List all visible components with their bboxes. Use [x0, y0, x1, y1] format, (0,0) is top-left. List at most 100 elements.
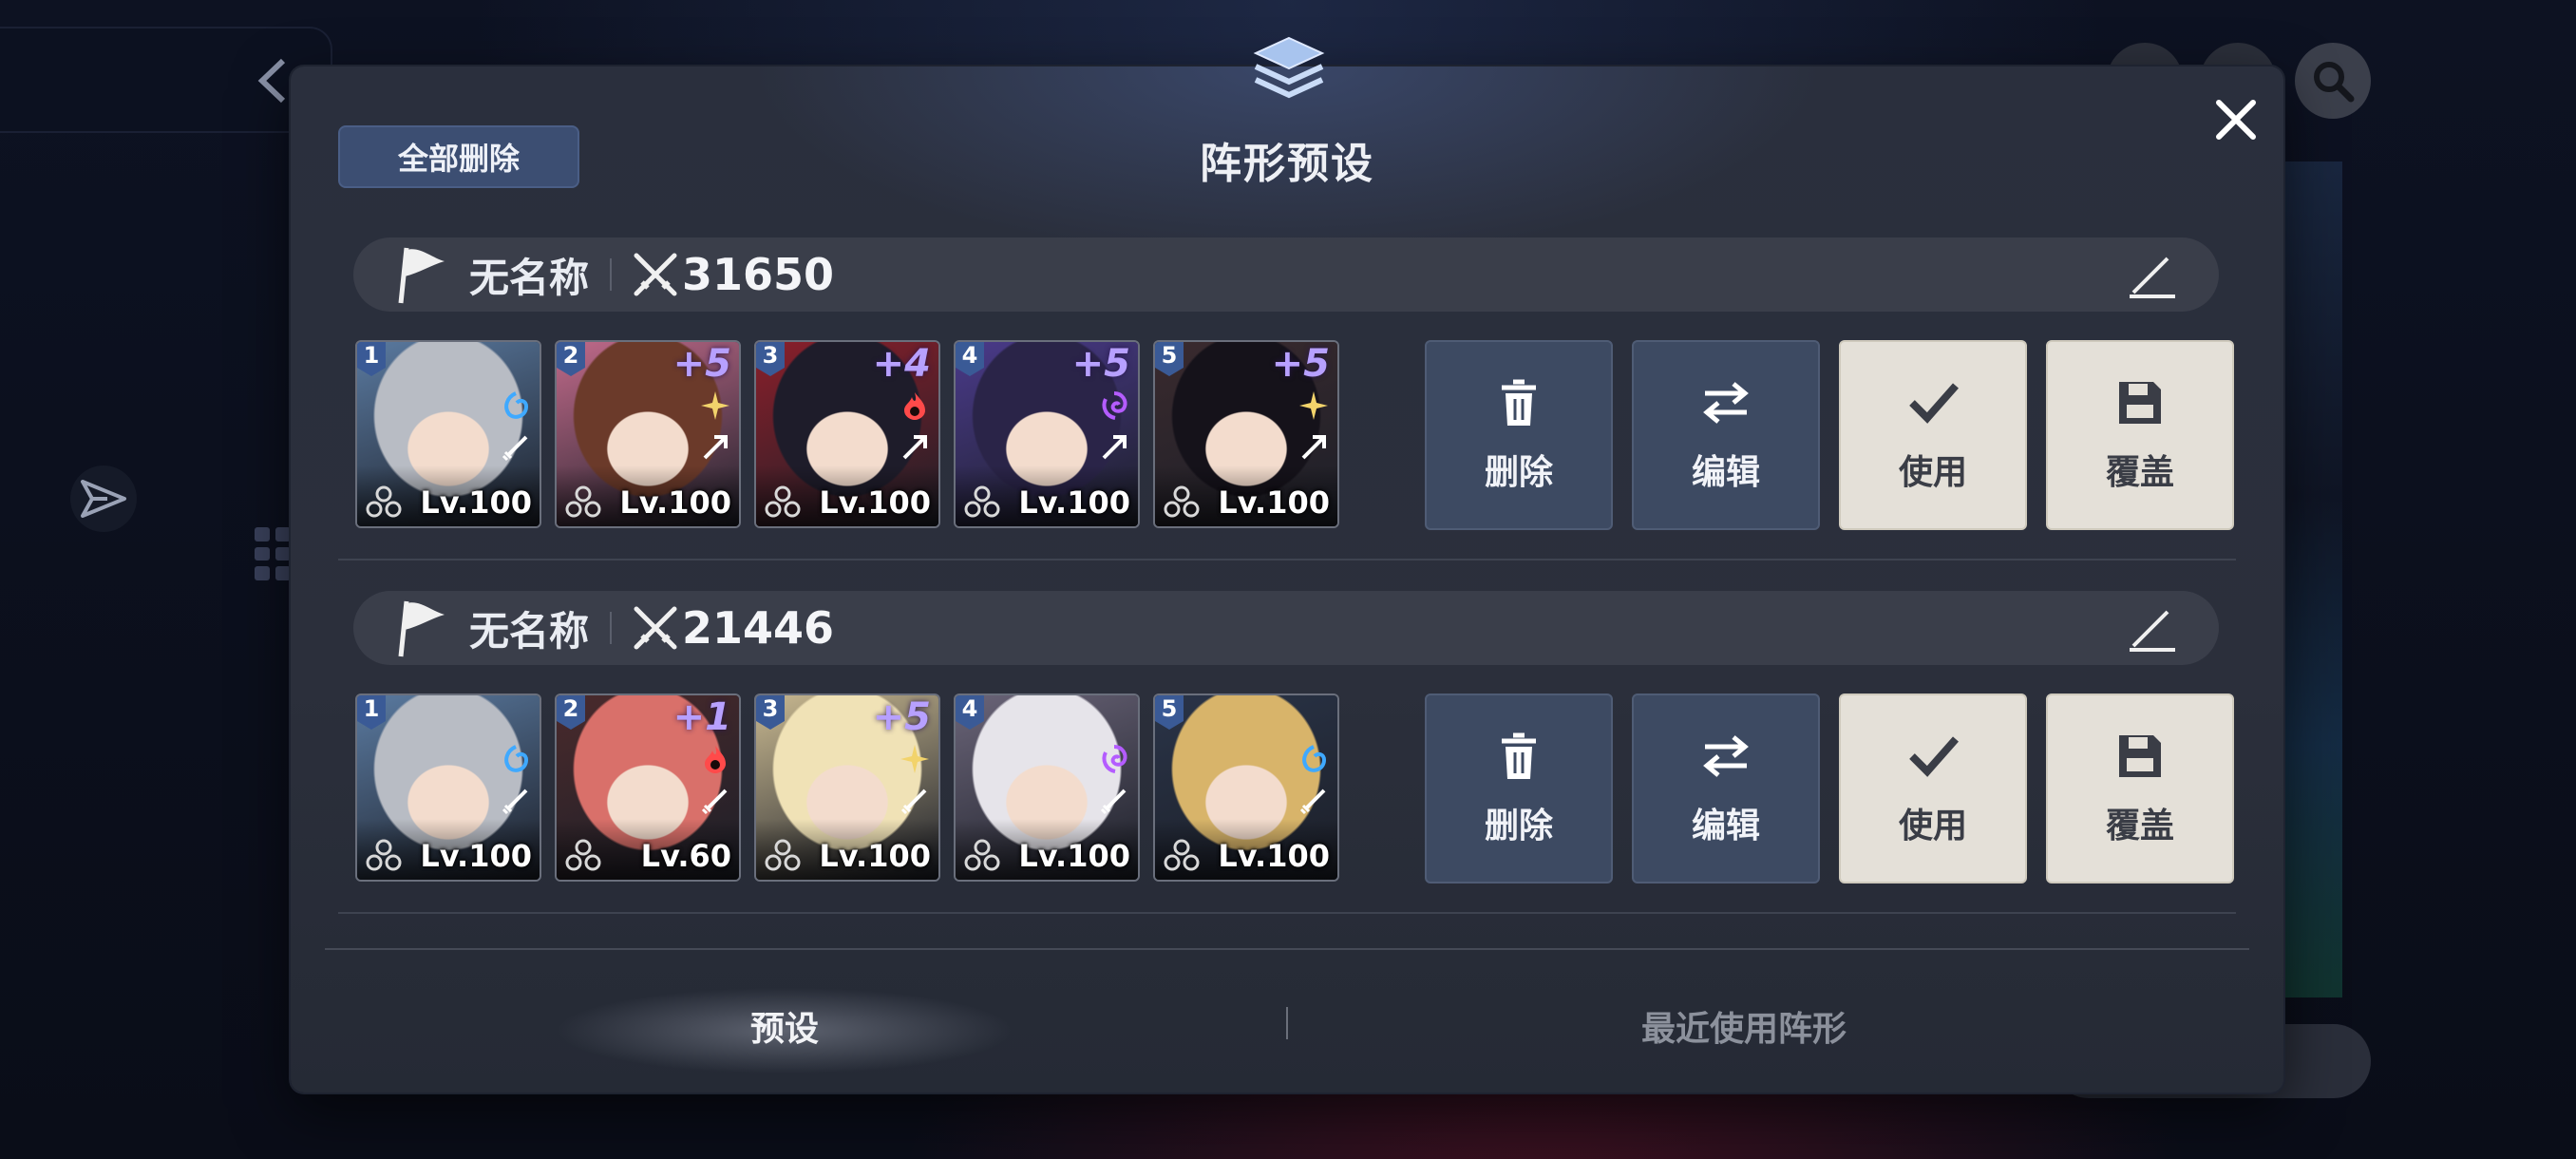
- search-icon: [2314, 62, 2355, 103]
- rarity-icon: [564, 484, 602, 519]
- edit-label: 编辑: [1691, 453, 1760, 492]
- character-card[interactable]: 2 +1 Lv.60: [555, 694, 741, 882]
- water-element-icon: [500, 390, 532, 422]
- tab-recent-formation[interactable]: 最近使用阵形: [1288, 978, 2200, 1074]
- delete-button[interactable]: 删除: [1425, 694, 1613, 884]
- character-level: Lv.100: [420, 484, 532, 521]
- enhance-level: +5: [1071, 342, 1130, 386]
- enhance-level: +5: [672, 342, 731, 386]
- divider: [338, 559, 2236, 560]
- rarity-icon: [1163, 484, 1201, 519]
- character-level: Lv.100: [1218, 484, 1330, 521]
- back-button[interactable]: [0, 27, 332, 133]
- rarity-icon: [764, 484, 802, 519]
- sword-role-icon: [701, 787, 729, 815]
- fire-element-icon: [699, 743, 731, 775]
- sword-role-icon: [502, 787, 530, 815]
- rarity-icon: [963, 484, 1001, 519]
- character-level: Lv.100: [1018, 838, 1130, 874]
- trash-icon: [1502, 732, 1536, 779]
- enhance-level: +1: [672, 695, 731, 739]
- edit-name-icon[interactable]: [2126, 604, 2179, 654]
- light-element-icon: [899, 743, 931, 775]
- rarity-icon: [365, 484, 403, 519]
- use-button[interactable]: 使用: [1839, 340, 2027, 530]
- character-level: Lv.100: [619, 484, 731, 521]
- character-card[interactable]: 2 +5 Lv.100: [555, 340, 741, 528]
- arrow-role-icon: [900, 433, 929, 462]
- character-card[interactable]: 3 +5 Lv.100: [754, 694, 940, 882]
- use-label: 使用: [1898, 453, 1967, 492]
- character-level: Lv.100: [420, 838, 532, 874]
- search-button[interactable]: [2295, 43, 2371, 119]
- character-card[interactable]: 4 +5 Lv.100: [954, 340, 1140, 528]
- character-card[interactable]: 1 Lv.100: [355, 694, 541, 882]
- flag-icon: [398, 247, 445, 304]
- character-card[interactable]: 5 Lv.100: [1153, 694, 1339, 882]
- team-actions-2: 删除 编辑 使用 覆盖: [1425, 694, 2234, 884]
- rarity-icon: [564, 838, 602, 872]
- delete-label: 删除: [1484, 453, 1553, 492]
- sword-role-icon: [502, 433, 530, 462]
- crossed-swords-icon: [634, 606, 677, 650]
- checkmark-icon: [1909, 736, 1959, 777]
- light-element-icon: [699, 390, 731, 422]
- overwrite-button[interactable]: 覆盖: [2046, 340, 2234, 530]
- overwrite-label: 覆盖: [2105, 807, 2174, 846]
- rarity-icon: [963, 838, 1001, 872]
- enhance-level: +5: [1271, 342, 1330, 386]
- character-card[interactable]: 5 +5 Lv.100: [1153, 340, 1339, 528]
- edit-button[interactable]: 编辑: [1632, 340, 1820, 530]
- sword-role-icon: [1299, 787, 1328, 815]
- arrow-role-icon: [1100, 433, 1128, 462]
- separator: [610, 612, 613, 644]
- swap-arrows-icon: [1703, 735, 1749, 777]
- team-name: 无名称: [469, 254, 590, 301]
- divider: [338, 912, 2236, 914]
- chevron-left-icon: [257, 58, 286, 104]
- character-card[interactable]: 1 Lv.100: [355, 340, 541, 528]
- team-header-1: 无名称 31650: [353, 238, 2219, 312]
- team-power: 21446: [682, 602, 835, 654]
- water-element-icon: [500, 743, 532, 775]
- character-card[interactable]: 4 Lv.100: [954, 694, 1140, 882]
- character-level: Lv.100: [1018, 484, 1130, 521]
- send-button[interactable]: [70, 466, 137, 532]
- arrow-role-icon: [1299, 433, 1328, 462]
- sword-role-icon: [1100, 787, 1128, 815]
- character-level: Lv.100: [819, 838, 931, 874]
- dialog-title: 阵形预设: [1200, 140, 1374, 188]
- checkmark-icon: [1909, 383, 1959, 424]
- team-members-1: 1 Lv.100 2 +5 Lv.100 3 +4 Lv.100 4 +5 Lv.100 5 +5 Lv.…: [355, 340, 1339, 528]
- character-level: Lv.100: [819, 484, 931, 521]
- rarity-icon: [1163, 838, 1201, 872]
- rarity-icon: [365, 838, 403, 872]
- edit-name-icon[interactable]: [2126, 251, 2179, 300]
- formation-preset-dialog: 全部删除 阵形预设 无名称 31650 1 Lv.100 2 +5 Lv.100 3 +4 L…: [291, 36, 2283, 1092]
- enhance-level: +5: [872, 695, 931, 739]
- use-button[interactable]: 使用: [1839, 694, 2027, 884]
- sword-role-icon: [900, 787, 929, 815]
- edit-label: 编辑: [1691, 807, 1760, 846]
- save-icon: [2119, 382, 2161, 424]
- tab-bar-divider: [325, 948, 2249, 950]
- delete-label: 删除: [1484, 807, 1553, 846]
- arrow-role-icon: [701, 433, 729, 462]
- overwrite-label: 覆盖: [2105, 453, 2174, 492]
- overwrite-button[interactable]: 覆盖: [2046, 694, 2234, 884]
- delete-button[interactable]: 删除: [1425, 340, 1613, 530]
- character-level: Lv.100: [1218, 838, 1330, 874]
- tab-bar: 预设 最近使用阵形: [291, 978, 2283, 1074]
- dark-element-icon: [1098, 743, 1130, 775]
- team-power: 31650: [682, 249, 835, 300]
- send-icon: [81, 480, 126, 518]
- separator: [610, 258, 613, 291]
- tab-preset[interactable]: 预设: [367, 978, 1203, 1074]
- flag-icon: [398, 600, 445, 657]
- enhance-level: +4: [872, 342, 931, 386]
- team-members-2: 1 Lv.100 2 +1 Lv.60 3 +5 Lv.100 4 Lv.100 5 Lv.100: [355, 694, 1339, 882]
- edit-button[interactable]: 编辑: [1632, 694, 1820, 884]
- swap-arrows-icon: [1703, 382, 1749, 424]
- character-card[interactable]: 3 +4 Lv.100: [754, 340, 940, 528]
- layers-icon: [1253, 36, 1325, 99]
